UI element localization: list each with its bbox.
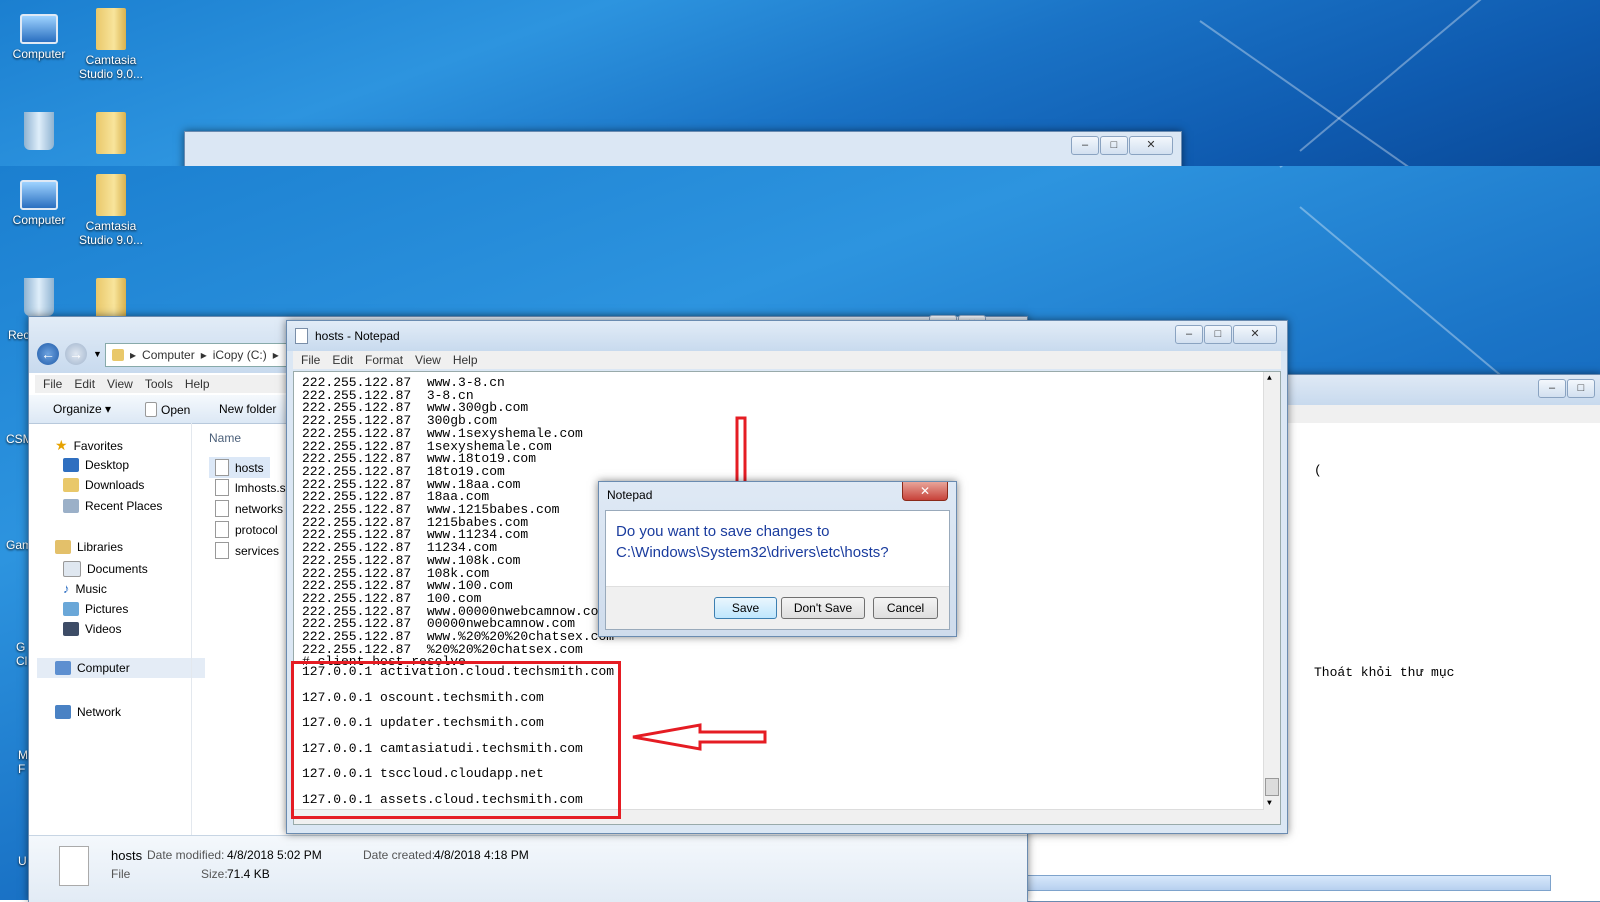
dialog-title: Notepad [607,488,653,502]
save-dialog: Notepad ✕ Do you want to save changes to… [598,481,957,637]
dialog-message-line: C:\Windows\System32\drivers\etc\hosts? [616,544,889,561]
dialog-message-line: Do you want to save changes to [616,523,830,540]
save-button[interactable]: Save [714,597,777,619]
close-icon[interactable]: ✕ [902,482,948,501]
annotation-arrows [632,416,767,751]
cancel-button[interactable]: Cancel [873,597,938,619]
dont-save-button[interactable]: Don't Save [781,597,865,619]
dialog-button-bar: Save Don't Save Cancel [606,586,949,629]
left-arrow-icon [632,723,767,751]
dialog-message: Do you want to save changes to C:\Window… [616,521,889,563]
dialog-body: Do you want to save changes to C:\Window… [605,510,950,630]
